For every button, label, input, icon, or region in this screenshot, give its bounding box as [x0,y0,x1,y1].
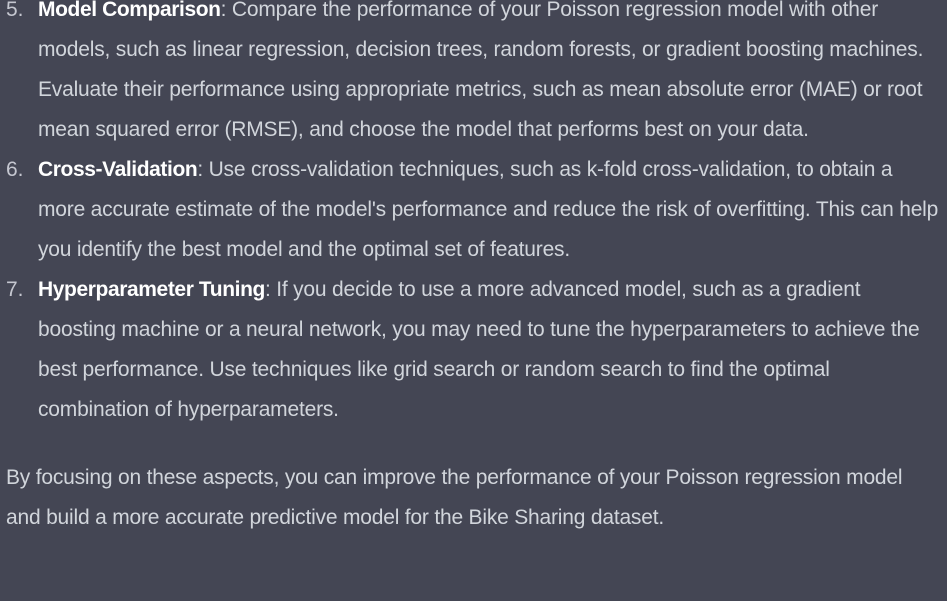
list-item-number: 5. [6,0,24,21]
list-item-term: Cross-Validation [38,158,198,181]
list-item: 5. Model Comparison: Compare the perform… [0,0,947,150]
list-item-body: Hyperparameter Tuning: If you decide to … [38,270,947,430]
list-item-body: Model Comparison: Compare the performanc… [38,0,947,150]
list-item-term: Model Comparison [38,0,221,21]
numbered-list: 5. Model Comparison: Compare the perform… [0,0,947,430]
list-item: 6. Cross-Validation: Use cross-validatio… [0,150,947,270]
list-item-text: : Compare the performance of your Poisso… [38,0,924,141]
chat-message-content: 5. Model Comparison: Compare the perform… [0,0,947,538]
list-item-number: 7. [6,278,24,301]
list-item-number: 6. [6,158,24,181]
list-item: 7. Hyperparameter Tuning: If you decide … [0,270,947,430]
list-item-term: Hyperparameter Tuning [38,278,265,301]
list-item-body: Cross-Validation: Use cross-validation t… [38,150,947,270]
conclusion-paragraph: By focusing on these aspects, you can im… [6,466,903,529]
